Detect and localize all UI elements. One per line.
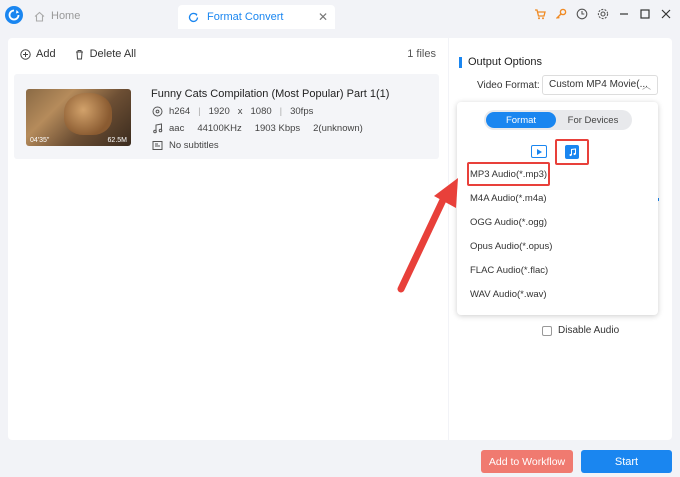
- output-options-heading: Output Options: [459, 56, 542, 68]
- subtitles: No subtitles: [169, 139, 219, 151]
- file-list-panel: Add Delete All 1 files 04'35" 62.5M Funn…: [8, 38, 448, 440]
- add-to-workflow-button[interactable]: Add to Workflow: [481, 450, 573, 473]
- video-category-icon[interactable]: [531, 145, 547, 158]
- disable-audio-option[interactable]: Disable Audio: [542, 325, 619, 336]
- seg-format[interactable]: Format: [486, 112, 556, 128]
- format-segmented-control: Format For Devices: [484, 110, 632, 130]
- output-options-title: Output Options: [468, 56, 542, 68]
- mp3-highlight-box: [467, 162, 550, 186]
- start-button[interactable]: Start: [581, 450, 672, 473]
- video-height: 1080: [250, 105, 272, 117]
- key-icon[interactable]: [555, 8, 567, 20]
- tab-home-label: Home: [51, 10, 81, 22]
- audio-codec: aac: [169, 122, 185, 134]
- refresh-icon: [188, 12, 199, 22]
- files-count: 1 files: [407, 48, 436, 60]
- close-icon[interactable]: [660, 8, 672, 20]
- audio-meta: aac 44100KHz 1903 Kbps 2(unknown): [151, 122, 363, 134]
- format-dropdown: Format For Devices MP3 Audio(*.mp3) M4A …: [457, 102, 658, 315]
- video-format-label: Video Format:: [477, 80, 540, 91]
- audio-category-icon[interactable]: [565, 145, 579, 159]
- video-format-select[interactable]: Custom MP4 Movie(... ︿: [542, 75, 658, 95]
- subtitle-meta: No subtitles: [151, 139, 219, 151]
- cat-image: [64, 93, 112, 135]
- gear-icon[interactable]: [597, 8, 609, 20]
- video-width: 1920: [208, 105, 230, 117]
- resolution-x: x: [237, 105, 243, 117]
- clock-icon[interactable]: [576, 8, 588, 20]
- video-codec-icon: [151, 105, 163, 117]
- add-icon: [20, 48, 31, 60]
- disable-audio-label: Disable Audio: [558, 325, 620, 336]
- app-logo-icon: [5, 6, 23, 24]
- format-item-flac[interactable]: FLAC Audio(*.flac): [470, 265, 548, 276]
- cart-icon[interactable]: [534, 8, 546, 20]
- delete-all-button[interactable]: Delete All: [74, 48, 136, 60]
- add-button[interactable]: Add: [20, 48, 56, 60]
- chevron-up-icon: ︿: [641, 81, 651, 91]
- video-format-value: Custom MP4 Movie(...: [549, 79, 648, 90]
- file-title: Funny Cats Compilation (Most Popular) Pa…: [151, 88, 390, 100]
- channels: 2(unknown): [313, 122, 363, 134]
- title-bar: Home Format Convert ✕: [0, 0, 680, 34]
- add-label: Add: [36, 48, 56, 60]
- bitrate: 1903 Kbps: [254, 122, 301, 134]
- video-meta: h264 | 1920 x 1080 | 30fps: [151, 105, 313, 117]
- tab-format-convert-label: Format Convert: [207, 11, 284, 23]
- minimize-icon[interactable]: [618, 8, 630, 20]
- video-thumbnail[interactable]: 04'35" 62.5M: [26, 89, 131, 146]
- tab-home[interactable]: Home: [34, 10, 80, 22]
- format-item-ogg[interactable]: OGG Audio(*.ogg): [470, 217, 547, 228]
- home-icon: [34, 11, 45, 22]
- format-item-m4a[interactable]: M4A Audio(*.m4a): [470, 193, 547, 204]
- disable-audio-checkbox[interactable]: [542, 325, 552, 336]
- file-size: 62.5M: [107, 137, 127, 144]
- delete-all-label: Delete All: [89, 48, 137, 60]
- duration: 04'35": [30, 137, 50, 144]
- tab-close-icon[interactable]: ✕: [318, 11, 328, 23]
- video-codec: h264: [169, 105, 191, 117]
- video-fps: 30fps: [290, 105, 314, 117]
- music-note-icon: [151, 122, 163, 134]
- format-item-opus[interactable]: Opus Audio(*.opus): [470, 241, 552, 252]
- audio-category-highlight: [555, 139, 589, 165]
- format-item-wav[interactable]: WAV Audio(*.wav): [470, 289, 547, 300]
- subtitle-icon: [151, 139, 163, 151]
- seg-for-devices[interactable]: For Devices: [558, 112, 628, 128]
- file-item[interactable]: 04'35" 62.5M Funny Cats Compilation (Mos…: [14, 74, 439, 159]
- maximize-icon[interactable]: [639, 8, 651, 20]
- sample-rate: 44100KHz: [197, 122, 242, 134]
- trash-icon: [75, 49, 83, 59]
- tab-format-convert[interactable]: Format Convert ✕: [178, 5, 335, 29]
